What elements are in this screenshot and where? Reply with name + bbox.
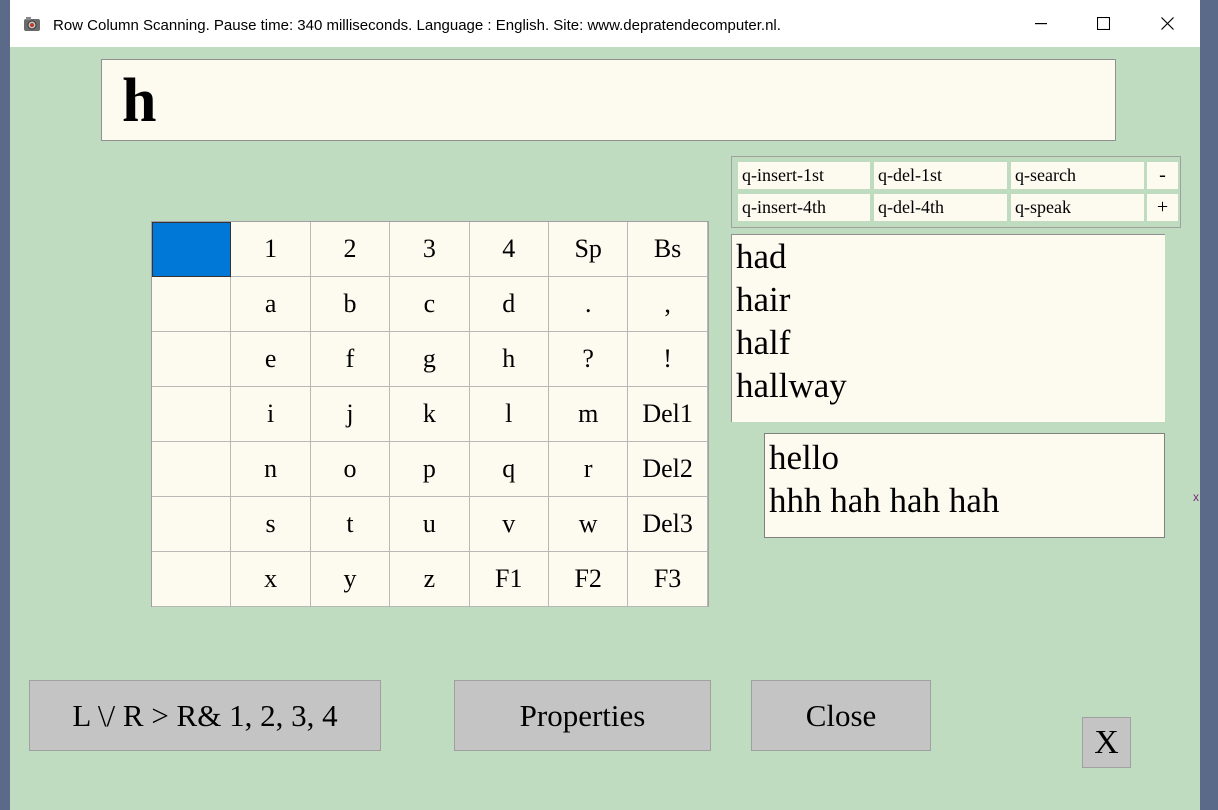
q-insert-4th-button[interactable]: q-insert-4th xyxy=(738,194,870,221)
key-cell[interactable]: Del2 xyxy=(628,442,708,497)
maximize-icon xyxy=(1096,17,1110,30)
q-del-1st-button[interactable]: q-del-1st xyxy=(874,162,1007,189)
edge-mark: x xyxy=(1193,490,1199,504)
key-cell[interactable]: m xyxy=(549,387,629,442)
phrase-list: hello hhh hah hah hah xyxy=(764,433,1165,538)
q-search-button[interactable]: q-search xyxy=(1011,162,1144,189)
key-cell[interactable]: Del3 xyxy=(628,497,708,552)
key-cell[interactable]: Del1 xyxy=(628,387,708,442)
properties-button[interactable]: Properties xyxy=(454,680,711,751)
scan-highlight-cell[interactable] xyxy=(152,222,232,277)
key-cell[interactable]: ! xyxy=(628,332,708,387)
key-cell[interactable]: 3 xyxy=(390,222,470,277)
row-select-cell[interactable] xyxy=(152,277,232,332)
key-cell[interactable]: p xyxy=(390,442,470,497)
row-select-cell[interactable] xyxy=(152,442,232,497)
key-cell[interactable]: r xyxy=(549,442,629,497)
output-textbox[interactable]: h xyxy=(101,59,1116,141)
key-cell[interactable]: 1 xyxy=(231,222,311,277)
key-cell[interactable]: v xyxy=(469,497,549,552)
key-cell[interactable]: , xyxy=(628,277,708,332)
key-cell[interactable]: n xyxy=(231,442,311,497)
q-del-4th-button[interactable]: q-del-4th xyxy=(874,194,1007,221)
plus-button[interactable]: + xyxy=(1147,194,1178,221)
close-icon xyxy=(1160,17,1174,30)
key-cell[interactable]: o xyxy=(310,442,391,497)
window-close-button[interactable] xyxy=(1136,0,1198,47)
key-cell[interactable]: F3 xyxy=(628,552,708,607)
key-cell[interactable]: 4 xyxy=(469,222,549,277)
row-select-cell[interactable] xyxy=(152,552,232,607)
key-cell[interactable]: e xyxy=(231,332,311,387)
key-cell[interactable]: q xyxy=(469,442,549,497)
key-cell[interactable]: d xyxy=(469,277,549,332)
row-select-cell[interactable] xyxy=(152,332,232,387)
key-cell[interactable]: s xyxy=(231,497,311,552)
prediction-item[interactable]: hallway xyxy=(732,364,1165,407)
key-cell[interactable]: g xyxy=(390,332,470,387)
word-prediction-list: had hair half hallway xyxy=(731,234,1165,422)
row-select-cell[interactable] xyxy=(152,387,232,442)
key-cell[interactable]: f xyxy=(310,332,391,387)
key-cell[interactable]: b xyxy=(310,277,391,332)
phrase-item[interactable]: hello xyxy=(765,434,1164,479)
prediction-item[interactable]: hair xyxy=(732,278,1165,321)
x-button[interactable]: X xyxy=(1082,717,1131,768)
key-cell[interactable]: 2 xyxy=(310,222,391,277)
key-cell[interactable]: k xyxy=(390,387,470,442)
q-insert-1st-button[interactable]: q-insert-1st xyxy=(738,162,870,189)
window-title: Row Column Scanning. Pause time: 340 mil… xyxy=(53,17,781,34)
key-cell[interactable]: x xyxy=(231,552,311,607)
key-cell[interactable]: F1 xyxy=(469,552,549,607)
app-window: Row Column Scanning. Pause time: 340 mil… xyxy=(10,0,1200,810)
key-cell[interactable]: . xyxy=(549,277,629,332)
key-cell[interactable]: a xyxy=(231,277,311,332)
key-cell[interactable]: ? xyxy=(549,332,629,387)
key-cell[interactable]: w xyxy=(549,497,629,552)
prediction-item[interactable]: half xyxy=(732,321,1165,364)
app-icon xyxy=(23,15,41,33)
key-cell[interactable]: i xyxy=(231,387,311,442)
quick-actions-panel: q-insert-1st q-del-1st q-search - q-inse… xyxy=(731,156,1181,228)
output-text: h xyxy=(122,67,157,135)
q-speak-button[interactable]: q-speak xyxy=(1011,194,1144,221)
prediction-item[interactable]: had xyxy=(732,235,1165,278)
key-cell[interactable]: Bs xyxy=(628,222,708,277)
key-cell[interactable]: Sp xyxy=(549,222,629,277)
key-cell[interactable]: j xyxy=(310,387,391,442)
row-select-cell[interactable] xyxy=(152,497,232,552)
key-cell[interactable]: t xyxy=(310,497,391,552)
title-bar: Row Column Scanning. Pause time: 340 mil… xyxy=(10,0,1200,47)
key-cell[interactable]: l xyxy=(469,387,549,442)
key-cell[interactable]: z xyxy=(390,552,470,607)
key-cell[interactable]: c xyxy=(390,277,470,332)
minimize-button[interactable] xyxy=(1010,0,1072,47)
minus-button[interactable]: - xyxy=(1147,162,1178,189)
scan-mode-button[interactable]: L \/ R > R& 1, 2, 3, 4 xyxy=(29,680,381,751)
key-cell[interactable]: y xyxy=(310,552,391,607)
key-cell[interactable]: u xyxy=(390,497,470,552)
phrase-item[interactable]: hhh hah hah hah xyxy=(765,479,1164,522)
key-cell[interactable]: F2 xyxy=(549,552,629,607)
minimize-icon xyxy=(1035,22,1047,24)
scanning-keyboard: 1 2 3 4 Sp Bs a b c d., e f g h?! i j k l m Del1 n o p q r Del2 s t… xyxy=(151,221,709,607)
key-cell[interactable]: h xyxy=(469,332,549,387)
maximize-button[interactable] xyxy=(1072,0,1134,47)
close-button[interactable]: Close xyxy=(751,680,931,751)
